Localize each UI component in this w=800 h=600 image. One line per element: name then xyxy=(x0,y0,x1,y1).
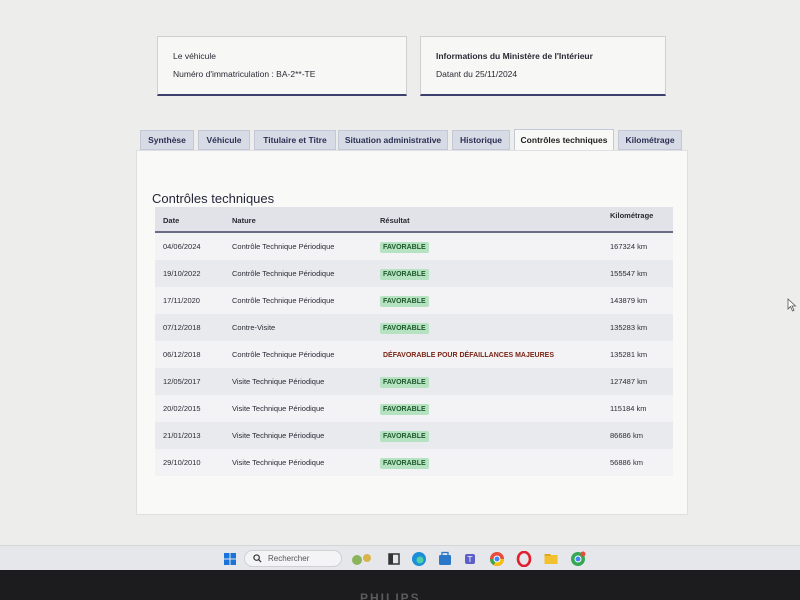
cell-date: 04/06/2024 xyxy=(163,242,201,251)
tab-kilometrage[interactable]: Kilométrage xyxy=(618,130,682,150)
ministry-card-heading: Informations du Ministère de l'Intérieur xyxy=(436,51,593,61)
table-row: 29/10/2010 Visite Technique Périodique F… xyxy=(155,449,673,476)
cell-nature: Visite Technique Périodique xyxy=(232,377,325,386)
chrome-profile-icon[interactable] xyxy=(570,551,586,567)
windows-start-icon[interactable] xyxy=(222,551,238,567)
monitor-brand-logo: PHILIPS xyxy=(360,592,421,600)
vehicle-plate-number: Numéro d'immatriculation : BA-2**-TE xyxy=(173,69,316,79)
cell-km: 143879 km xyxy=(610,296,648,305)
result-badge: FAVORABLE xyxy=(380,296,429,307)
tab-synthese[interactable]: Synthèse xyxy=(140,130,194,150)
column-header-km: Kilométrage xyxy=(610,211,654,220)
cell-km: 167324 km xyxy=(610,242,648,251)
cell-km: 115184 km xyxy=(610,404,647,413)
taskbar-search-box[interactable]: Rechercher xyxy=(244,550,342,567)
result-badge: FAVORABLE xyxy=(380,269,429,280)
cell-nature: Contrôle Technique Périodique xyxy=(232,242,335,251)
table-row: 17/11/2020 Contrôle Technique Périodique… xyxy=(155,287,673,314)
cell-km: 135281 km xyxy=(610,350,648,359)
windows-taskbar: Rechercher T xyxy=(0,545,800,571)
panel-title: Contrôles techniques xyxy=(152,191,275,206)
opera-icon[interactable] xyxy=(516,551,532,567)
chrome-icon[interactable] xyxy=(489,551,505,567)
mouse-cursor-icon xyxy=(787,298,797,312)
file-explorer-icon[interactable] xyxy=(543,551,559,567)
cell-date: 07/12/2018 xyxy=(163,323,201,332)
search-placeholder: Rechercher xyxy=(268,554,310,563)
cell-date: 29/10/2010 xyxy=(163,458,201,467)
cell-km: 127487 km xyxy=(610,377,648,386)
table-header: Date Nature Résultat Kilométrage xyxy=(155,207,673,233)
search-icon xyxy=(253,554,262,563)
cell-km: 86686 km xyxy=(610,431,643,440)
cell-nature: Contrôle Technique Périodique xyxy=(232,269,335,278)
cell-km: 155547 km xyxy=(610,269,648,278)
table-row: 06/12/2018 Contrôle Technique Périodique… xyxy=(155,341,673,368)
result-badge: FAVORABLE xyxy=(380,242,429,253)
cell-date: 12/05/2017 xyxy=(163,377,201,386)
table-row: 20/02/2015 Visite Technique Périodique F… xyxy=(155,395,673,422)
cell-km: 56886 km xyxy=(610,458,643,467)
widgets-icon[interactable] xyxy=(349,551,375,567)
controles-techniques-panel: Contrôles techniques Date Nature Résulta… xyxy=(136,150,688,515)
ministry-data-date: Datant du 25/11/2024 xyxy=(436,69,518,79)
column-header-date: Date xyxy=(163,216,180,225)
tab-situation-administrative[interactable]: Situation administrative xyxy=(338,130,448,150)
table-row: 12/05/2017 Visite Technique Périodique F… xyxy=(155,368,673,395)
result-badge: FAVORABLE xyxy=(380,458,429,469)
tab-vehicule[interactable]: Véhicule xyxy=(198,130,250,150)
cell-nature: Visite Technique Périodique xyxy=(232,404,325,413)
cell-date: 20/02/2015 xyxy=(163,404,201,413)
cell-nature: Contrôle Technique Périodique xyxy=(232,350,335,359)
vehicle-info-card: Le véhicule Numéro d'immatriculation : B… xyxy=(157,36,407,96)
result-badge: FAVORABLE xyxy=(380,323,429,334)
tab-historique[interactable]: Historique xyxy=(452,130,510,150)
table-row: 19/10/2022 Contrôle Technique Périodique… xyxy=(155,260,673,287)
tab-controles-techniques[interactable]: Contrôles techniques xyxy=(514,129,614,151)
table-row: 21/01/2013 Visite Technique Périodique F… xyxy=(155,422,673,449)
browser-page: Le véhicule Numéro d'immatriculation : B… xyxy=(0,0,800,545)
task-view-icon[interactable] xyxy=(386,551,402,567)
tab-titulaire-et-titre[interactable]: Titulaire et Titre xyxy=(254,130,336,150)
cell-nature: Visite Technique Périodique xyxy=(232,431,325,440)
store-icon[interactable] xyxy=(437,551,453,567)
cell-date: 06/12/2018 xyxy=(163,350,201,359)
cell-nature: Contre-Visite xyxy=(232,323,276,332)
ministry-info-card: Informations du Ministère de l'Intérieur… xyxy=(420,36,666,96)
svg-text:T: T xyxy=(467,555,473,564)
result-badge: FAVORABLE xyxy=(380,377,429,388)
cell-date: 17/11/2020 xyxy=(163,296,200,305)
cell-date: 21/01/2013 xyxy=(163,431,201,440)
table-row: 04/06/2024 Contrôle Technique Périodique… xyxy=(155,233,673,260)
table-row: 07/12/2018 Contre-Visite FAVORABLE 13528… xyxy=(155,314,673,341)
cell-nature: Contrôle Technique Périodique xyxy=(232,296,335,305)
cell-km: 135283 km xyxy=(610,323,648,332)
cell-date: 19/10/2022 xyxy=(163,269,201,278)
teams-icon[interactable]: T xyxy=(463,551,479,567)
result-badge: FAVORABLE xyxy=(380,431,429,442)
edge-browser-icon[interactable] xyxy=(411,551,427,567)
result-badge: FAVORABLE xyxy=(380,404,429,415)
cell-nature: Visite Technique Périodique xyxy=(232,458,325,467)
column-header-nature: Nature xyxy=(232,216,256,225)
column-header-result: Résultat xyxy=(380,216,410,225)
result-badge-defavorable: DÉFAVORABLE POUR DÉFAILLANCES MAJEURES xyxy=(383,352,554,359)
vehicle-card-heading: Le véhicule xyxy=(173,51,217,61)
